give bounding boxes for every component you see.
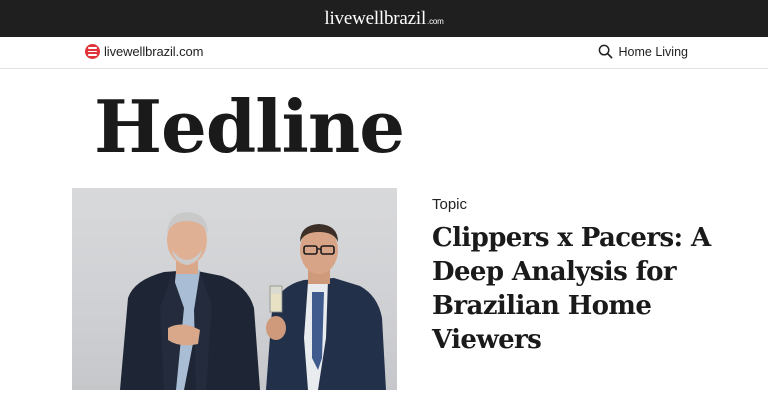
nav-bar: livewellbrazil.com Home Living bbox=[0, 37, 768, 69]
site-logo-link[interactable]: livewellbrazil.com bbox=[85, 44, 203, 59]
article-topic-label[interactable]: Topic bbox=[432, 196, 467, 213]
top-banner: livewellbrazil .com bbox=[0, 0, 768, 37]
person-left-figure bbox=[120, 212, 260, 390]
article-photo[interactable] bbox=[72, 188, 397, 390]
page: livewellbrazil .com livewellbrazil.com Ho… bbox=[0, 0, 768, 419]
site-logo-text: livewellbrazil.com bbox=[104, 44, 204, 59]
photo-illustration bbox=[120, 212, 386, 390]
banner-brand-name: livewellbrazil bbox=[324, 8, 427, 29]
page-headline: Hedline bbox=[94, 84, 405, 169]
article-title[interactable]: Clippers x Pacers: A Deep Analysis for B… bbox=[432, 221, 732, 357]
nav-link-home-living[interactable]: Home Living bbox=[619, 45, 688, 59]
banner-brand-tld: .com bbox=[427, 17, 444, 26]
person-right-figure bbox=[266, 224, 386, 390]
nav-right-group: Home Living bbox=[598, 44, 688, 59]
banner-brand-logo[interactable]: livewellbrazil .com bbox=[324, 9, 443, 28]
search-icon[interactable] bbox=[598, 44, 613, 59]
menu-lines-icon bbox=[85, 44, 100, 59]
